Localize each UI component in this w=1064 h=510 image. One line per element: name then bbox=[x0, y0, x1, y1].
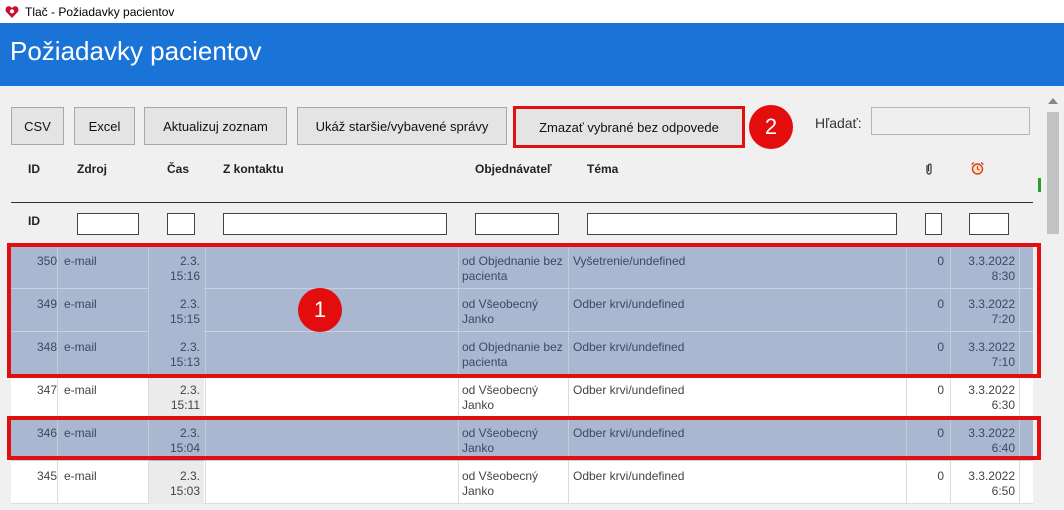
alarm-clock-icon[interactable] bbox=[970, 161, 985, 179]
column-separator bbox=[458, 461, 459, 504]
annotation-selection-box-1 bbox=[7, 243, 1041, 378]
window-title: Tlač - Požiadavky pacientov bbox=[25, 4, 175, 19]
page-title: Požiadavky pacientov bbox=[10, 36, 262, 66]
filter-alarm-input[interactable] bbox=[969, 213, 1009, 235]
excel-button[interactable]: Excel bbox=[74, 107, 135, 145]
cell-date: 3.3.2022 6:50 bbox=[953, 461, 1015, 504]
column-separator bbox=[57, 375, 58, 418]
cell-date: 3.3.2022 6:30 bbox=[953, 375, 1015, 418]
column-separator bbox=[950, 375, 951, 418]
cell-time-line: 15:03 bbox=[169, 484, 200, 498]
status-indicator bbox=[1038, 178, 1041, 192]
annotation-selection-box-2 bbox=[7, 416, 1041, 460]
column-separator bbox=[205, 375, 206, 418]
column-separator bbox=[906, 461, 907, 504]
table-row[interactable]: 347 e-mail 2.3. 15:11 od Všeobecný Janko Odber… bbox=[11, 375, 1033, 418]
table-row[interactable]: 345 e-mail 2.3. 15:03 od Všeobecný Janko Odber… bbox=[11, 461, 1033, 504]
cell-orderer: od Všeobecný Janko bbox=[462, 375, 566, 418]
cell-orderer: od Všeobecný Janko bbox=[462, 461, 566, 504]
filter-source-input[interactable] bbox=[77, 213, 139, 235]
col-header-topic[interactable]: Téma bbox=[587, 162, 618, 176]
cell-time-line: 2.3. bbox=[179, 383, 200, 397]
cell-date-line: 6:30 bbox=[991, 398, 1015, 412]
window-titlebar: Tlač - Požiadavky pacientov bbox=[0, 0, 1064, 23]
show-older-button[interactable]: Ukáž staršie/vybavené správy bbox=[297, 107, 507, 145]
cell-date-line: 3.3.2022 bbox=[968, 383, 1015, 397]
annotation-badge-2: 2 bbox=[749, 105, 793, 149]
cell-time-line: 2.3. bbox=[179, 469, 200, 483]
cell-orderer-line: od Všeobecný bbox=[462, 383, 539, 397]
filter-time-input[interactable] bbox=[167, 213, 195, 235]
cell-orderer-line: od Všeobecný bbox=[462, 469, 539, 483]
cell-source: e-mail bbox=[64, 469, 97, 483]
refresh-list-button[interactable]: Aktualizuj zoznam bbox=[144, 107, 287, 145]
cell-count: 0 bbox=[937, 469, 944, 483]
filter-attachment-input[interactable] bbox=[925, 213, 942, 235]
search-label: Hľadať: bbox=[815, 115, 862, 131]
cell-time: 2.3. 15:03 bbox=[148, 461, 200, 504]
column-separator bbox=[1019, 461, 1020, 504]
cell-count: 0 bbox=[937, 383, 944, 397]
annotation-badge-1: 1 bbox=[298, 288, 342, 332]
col-header-time[interactable]: Čas bbox=[167, 162, 189, 176]
cell-topic: Odber krvi/undefined bbox=[573, 469, 685, 483]
cell-contact bbox=[207, 375, 455, 418]
cell-orderer-line: Janko bbox=[462, 484, 495, 498]
filter-contact-input[interactable] bbox=[223, 213, 447, 235]
col-header-orderer[interactable]: Objednávateľ bbox=[475, 162, 552, 176]
column-separator bbox=[568, 461, 569, 504]
cell-time: 2.3. 15:11 bbox=[148, 375, 200, 418]
cell-source: e-mail bbox=[64, 383, 97, 397]
heart-icon bbox=[5, 5, 19, 19]
column-separator bbox=[205, 461, 206, 504]
col-header-contact[interactable]: Z kontaktu bbox=[223, 162, 284, 176]
column-separator bbox=[57, 461, 58, 504]
col-header-source[interactable]: Zdroj bbox=[77, 162, 107, 176]
column-separator bbox=[906, 375, 907, 418]
cell-time-line: 15:11 bbox=[170, 398, 200, 412]
cell-orderer-line: Janko bbox=[462, 398, 495, 412]
cell-topic: Odber krvi/undefined bbox=[573, 383, 685, 397]
header-divider bbox=[11, 202, 1033, 203]
scrollbar-thumb[interactable] bbox=[1047, 112, 1059, 234]
column-separator bbox=[568, 375, 569, 418]
column-separator bbox=[1019, 375, 1020, 418]
col-header-id[interactable]: ID bbox=[28, 162, 40, 176]
cell-id: 347 bbox=[36, 383, 57, 397]
filter-topic-input[interactable] bbox=[587, 213, 897, 235]
cell-date-line: 6:50 bbox=[991, 484, 1015, 498]
cell-contact bbox=[207, 461, 455, 504]
paperclip-icon[interactable] bbox=[925, 162, 933, 179]
column-separator bbox=[458, 375, 459, 418]
cell-id: 345 bbox=[36, 469, 57, 483]
csv-button[interactable]: CSV bbox=[11, 107, 64, 145]
column-separator bbox=[950, 461, 951, 504]
search-input[interactable] bbox=[871, 107, 1030, 135]
filter-orderer-input[interactable] bbox=[475, 213, 559, 235]
delete-selected-button[interactable]: Zmazať vybrané bez odpovede bbox=[513, 106, 745, 148]
scroll-up-arrow-icon[interactable] bbox=[1048, 98, 1058, 104]
cell-date-line: 3.3.2022 bbox=[968, 469, 1015, 483]
filter-id-label: ID bbox=[28, 214, 40, 228]
app-header: Požiadavky pacientov bbox=[0, 23, 1064, 86]
